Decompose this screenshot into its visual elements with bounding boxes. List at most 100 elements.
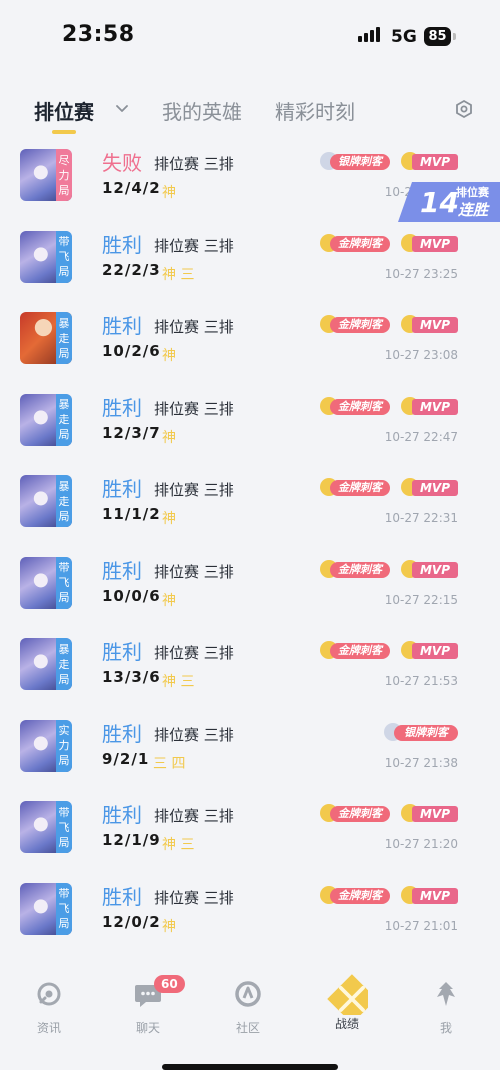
win-streak-count: 14 <box>420 186 459 219</box>
performance-badge: 带飞局 <box>56 230 72 283</box>
nav-news-label: 资讯 <box>36 1021 61 1035</box>
bottom-nav: 资讯 60 聊天 社区 战绩 我 <box>0 965 500 1070</box>
status-bar: 23:58 5G 85 <box>0 0 500 75</box>
match-result: 胜利 <box>102 314 142 338</box>
match-result: 胜利 <box>102 884 142 909</box>
match-row[interactable]: 实力局 胜利 排位赛 三排 9/2/1 三 四 银牌刺客 10-27 21:38 <box>0 716 500 798</box>
match-kda: 12/3/7 <box>102 423 161 442</box>
mvp-label: MVP <box>412 154 458 170</box>
performance-badge: 暴走局 <box>56 312 72 364</box>
tab-my-heroes[interactable]: 我的英雄 <box>162 96 242 125</box>
medal-label: 金牌刺客 <box>330 887 390 904</box>
hero-avatar[interactable]: 带飞局 <box>20 801 72 853</box>
performance-badge: 实力局 <box>56 719 72 772</box>
match-kda: 13/3/6 <box>102 668 161 686</box>
nav-profile-label: 我 <box>439 1021 452 1035</box>
match-row[interactable]: 带飞局 胜利 排位赛 三排 12/0/2 神 金牌刺客 MVP 10-27 21:01 <box>0 879 500 961</box>
match-mode: 排位赛 三排 <box>154 807 234 825</box>
hero-avatar[interactable]: 尽力局 <box>20 149 72 201</box>
mvp-label: MVP <box>412 887 458 904</box>
tab-ranked[interactable]: 排位赛 <box>34 96 94 125</box>
match-mode: 排位赛 三排 <box>154 725 234 744</box>
match-tags: 三 四 <box>153 755 186 772</box>
nav-profile[interactable]: 我 <box>406 977 486 1036</box>
match-mode: 排位赛 三排 <box>154 236 234 255</box>
nav-chat-label: 聊天 <box>135 1021 160 1035</box>
match-time: 10-27 23:25 <box>384 266 458 281</box>
match-tags: 神 <box>162 429 176 446</box>
match-kda: 9/2/1 <box>102 749 150 768</box>
match-result: 胜利 <box>102 721 142 746</box>
hero-avatar[interactable]: 暴走局 <box>20 638 72 690</box>
match-row[interactable]: 暴走局 胜利 排位赛 三排 13/3/6 神 三 金牌刺客 MVP 10-27 21:53 <box>0 634 500 716</box>
nav-community[interactable]: 社区 <box>208 977 288 1036</box>
record-swords-icon <box>327 974 377 1024</box>
tab-highlights[interactable]: 精彩时刻 <box>275 96 355 125</box>
mvp-label: MVP <box>412 561 458 578</box>
performance-badge: 带飞局 <box>56 882 72 935</box>
match-result: 胜利 <box>102 232 142 257</box>
match-time: 10-27 21:20 <box>384 837 458 851</box>
status-time: 23:58 <box>62 22 135 47</box>
match-result: 失败 <box>102 151 142 175</box>
match-tags: 神 三 <box>162 266 195 283</box>
medal-label: 银牌刺客 <box>394 724 458 741</box>
win-streak-mode: 排位赛 <box>456 186 489 199</box>
mvp-label: MVP <box>412 235 458 252</box>
mvp-label: MVP <box>412 643 458 659</box>
match-kda: 12/0/2 <box>102 912 161 931</box>
match-row[interactable]: 带飞局 胜利 排位赛 三排 10/0/6 神 金牌刺客 MVP 10-27 22:15 <box>0 553 500 635</box>
match-mode: 排位赛 三排 <box>154 155 234 173</box>
hero-avatar[interactable]: 暴走局 <box>20 312 72 364</box>
mvp-label: MVP <box>412 317 458 333</box>
match-mode: 排位赛 三排 <box>154 481 234 499</box>
hero-avatar[interactable]: 实力局 <box>20 719 72 772</box>
match-row[interactable]: 暴走局 胜利 排位赛 三排 12/3/7 神 金牌刺客 MVP 10-27 22:47 <box>0 390 500 472</box>
nav-news[interactable]: 资讯 <box>9 977 89 1036</box>
hero-avatar[interactable]: 带飞局 <box>20 230 72 283</box>
match-row[interactable]: 暴走局 胜利 排位赛 三排 10/2/6 神 金牌刺客 MVP 10-27 23:08 <box>0 308 500 390</box>
performance-badge: 暴走局 <box>56 638 72 690</box>
hero-avatar[interactable]: 暴走局 <box>20 475 72 527</box>
news-icon <box>37 982 61 1006</box>
nav-chat[interactable]: 60 聊天 <box>108 975 188 1036</box>
match-result: 胜利 <box>102 803 142 827</box>
active-tab-indicator <box>52 130 76 134</box>
medal-label: 金牌刺客 <box>330 235 390 252</box>
match-result: 胜利 <box>102 477 142 501</box>
hero-avatar[interactable]: 暴走局 <box>20 393 72 446</box>
medal-label: 金牌刺客 <box>330 643 390 659</box>
battery-tip <box>453 33 456 40</box>
mvp-label: MVP <box>412 806 458 822</box>
match-mode: 排位赛 三排 <box>154 644 234 662</box>
match-kda: 11/1/2 <box>102 505 161 523</box>
match-tags: 神 <box>162 511 176 527</box>
match-row[interactable]: 带飞局 胜利 排位赛 三排 12/1/9 神 三 金牌刺客 MVP 10-27 21:20 <box>0 797 500 879</box>
match-mode: 排位赛 三排 <box>154 399 234 418</box>
nav-community-label: 社区 <box>235 1021 260 1035</box>
hero-avatar[interactable]: 带飞局 <box>20 882 72 935</box>
match-time: 10-27 21:53 <box>384 674 458 688</box>
chevron-down-icon[interactable] <box>114 100 130 116</box>
battery-icon: 85 <box>424 27 451 46</box>
medal-label: 金牌刺客 <box>330 806 390 822</box>
match-mode: 排位赛 三排 <box>154 562 234 581</box>
performance-badge: 带飞局 <box>56 801 72 853</box>
performance-badge: 暴走局 <box>56 393 72 446</box>
mvp-label: MVP <box>412 480 458 496</box>
nav-records[interactable]: 战绩 <box>307 974 387 1032</box>
settings-hexagon-icon[interactable] <box>454 99 474 119</box>
match-mode: 排位赛 三排 <box>154 888 234 907</box>
match-time: 10-27 21:01 <box>384 918 458 933</box>
match-tags: 神 <box>162 918 176 935</box>
medal-label: 金牌刺客 <box>330 561 390 578</box>
home-indicator <box>162 1064 338 1070</box>
match-tags: 神 三 <box>162 674 195 690</box>
match-mode: 排位赛 三排 <box>154 318 234 336</box>
match-row[interactable]: 暴走局 胜利 排位赛 三排 11/1/2 神 金牌刺客 MVP 10-27 22:31 <box>0 471 500 553</box>
match-kda: 22/2/3 <box>102 260 161 279</box>
match-row[interactable]: 带飞局 胜利 排位赛 三排 22/2/3 神 三 金牌刺客 MVP 10-27 23:25 <box>0 227 500 309</box>
profile-icon <box>437 982 455 1006</box>
match-tags: 神 三 <box>162 837 195 853</box>
hero-avatar[interactable]: 带飞局 <box>20 556 72 609</box>
